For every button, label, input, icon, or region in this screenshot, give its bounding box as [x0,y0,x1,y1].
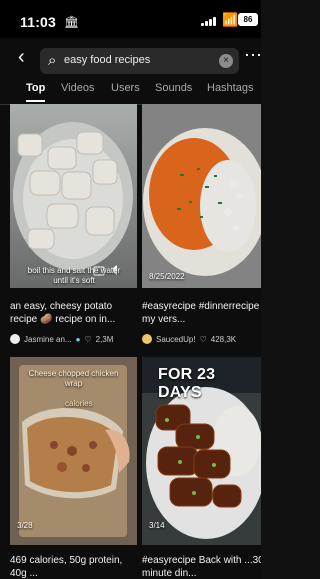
result-card[interactable]: boil this and salt the water until it's … [10,104,137,344]
bank-icon: 🏛 [64,15,80,29]
post-overlay: FOR 23 DAYS [158,366,216,401]
status-time: 11:03 [20,14,57,30]
avatar[interactable] [142,334,152,344]
result-card[interactable]: Cheese chopped chicken wrap calories 3/2… [10,357,137,579]
tab-videos[interactable]: Videos [61,82,94,94]
post-overlay-secondary: calories [65,399,93,408]
search-row: ‹ ⌕ easy food recipes × ⋯ [0,38,261,82]
search-icon: ⌕ [48,52,57,69]
back-icon[interactable]: ‹ [18,46,25,68]
status-bar: 11:03 🏛 📶 86 [0,0,261,38]
more-icon[interactable]: ⋯ [244,46,261,64]
like-count: 428,3K [210,334,237,344]
result-card[interactable]: FOR 23 DAYS 3/14 #easyrecipe Back with .… [142,357,261,579]
tab-top[interactable]: Top [26,82,46,102]
result-thumbnail[interactable]: FOR 23 DAYS 3/14 [142,357,261,545]
like-icon: ♡ [84,334,92,344]
search-tabs: Top Videos Users Sounds Hashtags [0,82,261,105]
wifi-icon: 📶 [222,12,239,27]
result-thumbnail[interactable]: Cheese chopped chicken wrap calories 3/2… [10,357,137,545]
post-meta: Jasmine an... ● ♡ 2,3M [10,334,113,344]
photo-counter: 3/14 [149,521,165,530]
result-thumbnail[interactable]: 8/25/2022 [142,104,261,288]
like-icon: ♡ [199,334,207,344]
post-title[interactable]: #easyrecipe Back with ...30 minute din..… [142,554,261,579]
post-title[interactable]: an easy, cheesy potato recipe 🥔 recipe o… [10,300,136,326]
username[interactable]: SaucedUp! [156,335,196,344]
clear-search-icon[interactable]: × [219,54,233,68]
verified-icon: ● [75,334,81,344]
tab-sounds[interactable]: Sounds [155,82,192,94]
result-thumbnail[interactable]: boil this and salt the water until it's … [10,104,137,288]
post-date: 8/25/2022 [149,272,185,281]
username[interactable]: Jasmine an... [24,335,72,344]
search-query[interactable]: easy food recipes [64,54,150,66]
app-screen: 11:03 🏛 📶 86 ‹ ⌕ easy food recipes × ⋯ T… [0,0,261,579]
post-title[interactable]: 469 calories, 50g protein, 40g ... [10,554,136,579]
tab-hashtags[interactable]: Hashtags [207,82,253,94]
like-count: 2,3M [95,334,114,344]
potato-photo [10,104,137,288]
post-title[interactable]: #easyrecipe #dinnerrecipe my vers... [142,300,261,326]
post-overlay: Cheese chopped chicken wrap [28,369,119,388]
video-caption: boil this and salt the water until it's … [27,266,121,285]
avatar[interactable] [10,334,20,344]
battery-icon: 86 [238,13,258,26]
post-meta: SaucedUp! ♡ 428,3K [142,334,236,344]
photo-counter: 3/28 [17,521,33,530]
search-bar[interactable]: ⌕ easy food recipes × [40,48,239,74]
signal-icon [201,16,216,26]
result-card[interactable]: 8/25/2022 #easyrecipe #dinnerrecipe my v… [142,104,261,344]
curry-photo [142,104,261,288]
results-grid: boil this and salt the water until it's … [0,104,261,579]
tab-users[interactable]: Users [111,82,140,94]
